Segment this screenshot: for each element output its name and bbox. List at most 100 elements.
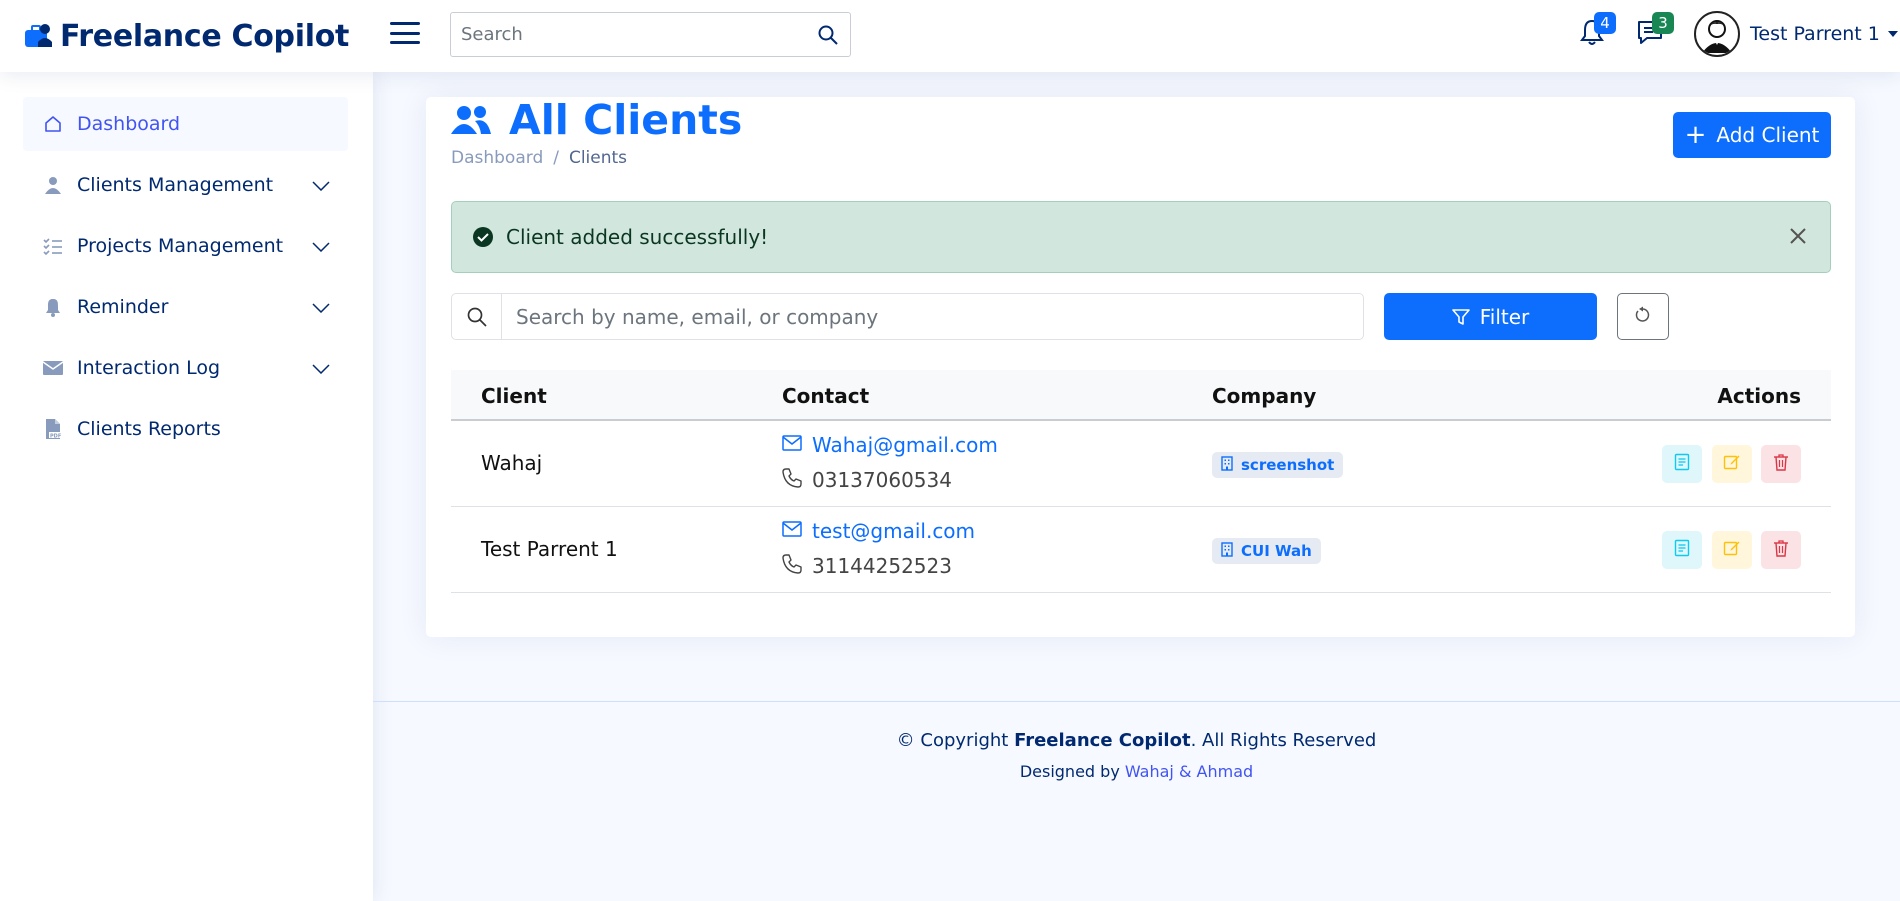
table-row: Test Parrent 1 test@gmail.com 3114425252…	[451, 507, 1831, 593]
trash-icon	[1773, 453, 1789, 475]
check-circle-icon	[472, 226, 494, 248]
sidebar-item-dashboard[interactable]: Dashboard	[23, 97, 348, 151]
company-badge: CUI Wah	[1212, 538, 1321, 564]
logo[interactable]: Freelance Copilot	[22, 19, 349, 54]
client-email: Wahaj@gmail.com	[812, 433, 998, 457]
designed-prefix: Designed by	[1019, 762, 1125, 781]
notifications-button[interactable]: 4	[1574, 12, 1616, 52]
phone-icon	[782, 468, 802, 492]
caret-down-icon	[1887, 31, 1898, 37]
add-client-button[interactable]: + Add Client	[1673, 112, 1831, 158]
sidebar-item-interaction-log[interactable]: Interaction Log	[23, 341, 348, 395]
document-icon	[1674, 453, 1690, 475]
breadcrumb: Dashboard / Clients	[451, 148, 627, 168]
delete-button[interactable]	[1761, 531, 1801, 569]
menu-toggle-icon[interactable]	[390, 20, 420, 46]
client-name: Wahaj	[481, 451, 543, 475]
envelope-icon	[782, 521, 802, 541]
filter-label: Filter	[1479, 304, 1530, 329]
list-check-icon	[41, 234, 65, 258]
notifications-count-badge: 4	[1594, 12, 1616, 34]
view-button[interactable]	[1662, 445, 1702, 483]
chevron-down-icon	[312, 176, 330, 195]
envelope-icon	[782, 435, 802, 455]
profile-name: Test Parrent 1	[1750, 23, 1880, 45]
client-search	[451, 293, 1364, 340]
profile-menu[interactable]: Test Parrent 1	[1694, 11, 1898, 57]
client-search-input[interactable]	[502, 304, 1363, 329]
copyright-prefix: © Copyright	[896, 730, 1015, 751]
client-phone-number: 03137060534	[812, 468, 952, 492]
delete-button[interactable]	[1761, 445, 1801, 483]
pencil-square-icon	[1723, 453, 1741, 475]
copyright-brand: Freelance Copilot	[1014, 730, 1191, 751]
building-icon	[1221, 455, 1233, 475]
sidebar-item-label: Clients Management	[77, 174, 274, 196]
house-icon	[41, 112, 65, 136]
sidebar-item-clients-management[interactable]: Clients Management	[23, 158, 348, 212]
sidebar-item-reminder[interactable]: Reminder	[23, 280, 348, 334]
sidebar: Dashboard Clients Management Projects Ma…	[0, 72, 373, 901]
designers-link[interactable]: Wahaj & Ahmad	[1125, 762, 1253, 781]
copyright-suffix: . All Rights Reserved	[1190, 730, 1377, 751]
header-search	[450, 12, 851, 57]
table-header: Client Contact Company Actions	[451, 370, 1831, 421]
app-name: Freelance Copilot	[60, 18, 350, 54]
breadcrumb-separator: /	[553, 148, 559, 168]
client-phone: 03137060534	[782, 468, 952, 492]
trash-icon	[1773, 539, 1789, 561]
building-icon	[1221, 541, 1233, 561]
sidebar-item-label: Dashboard	[77, 113, 181, 135]
table-row: Wahaj Wahaj@gmail.com 03137060534 screen…	[451, 421, 1831, 507]
client-email-link[interactable]: test@gmail.com	[782, 519, 975, 543]
funnel-icon	[1451, 308, 1470, 326]
edit-button[interactable]	[1712, 531, 1752, 569]
reset-filters-button[interactable]	[1617, 293, 1669, 340]
filter-button[interactable]: Filter	[1384, 293, 1597, 340]
success-alert: Client added successfully!	[451, 201, 1831, 273]
messages-button[interactable]: 3	[1632, 12, 1674, 52]
add-client-label: Add Client	[1716, 123, 1820, 147]
search-icon[interactable]	[806, 13, 850, 56]
client-phone: 31144252523	[782, 554, 952, 578]
client-phone-number: 31144252523	[812, 554, 952, 578]
sidebar-item-label: Clients Reports	[77, 418, 221, 440]
client-email-link[interactable]: Wahaj@gmail.com	[782, 433, 998, 457]
pencil-square-icon	[1723, 539, 1741, 561]
sidebar-item-clients-reports[interactable]: PDF Clients Reports	[23, 402, 348, 456]
copyright: © Copyright Freelance Copilot. All Right…	[373, 730, 1900, 751]
plus-icon: +	[1684, 120, 1707, 150]
sidebar-item-label: Interaction Log	[77, 357, 221, 379]
svg-text:PDF: PDF	[50, 434, 61, 440]
chevron-down-icon	[312, 359, 330, 378]
close-icon[interactable]	[1788, 226, 1808, 246]
bell-icon	[41, 295, 65, 319]
sidebar-item-label: Reminder	[77, 296, 169, 318]
sidebar-item-projects-management[interactable]: Projects Management	[23, 219, 348, 273]
column-header-company: Company	[1212, 384, 1317, 408]
header-search-input[interactable]	[451, 24, 806, 45]
chevron-down-icon	[312, 298, 330, 317]
pdf-file-icon: PDF	[41, 417, 65, 441]
column-header-contact: Contact	[782, 384, 870, 408]
breadcrumb-current: Clients	[568, 148, 628, 168]
edit-button[interactable]	[1712, 445, 1752, 483]
sidebar-item-label: Projects Management	[77, 235, 284, 257]
company-name: CUI Wah	[1241, 542, 1312, 560]
client-name: Test Parrent 1	[481, 537, 618, 561]
messages-count-badge: 3	[1652, 12, 1674, 34]
top-header: Freelance Copilot 4 3 Test Parre	[0, 0, 1900, 72]
page-title: All Clients	[451, 96, 742, 144]
people-icon	[451, 100, 491, 140]
company-badge: screenshot	[1212, 452, 1344, 478]
column-header-client: Client	[481, 384, 547, 408]
company-name: screenshot	[1241, 456, 1335, 474]
search-icon	[452, 294, 502, 339]
footer: © Copyright Freelance Copilot. All Right…	[373, 701, 1900, 901]
chevron-down-icon	[312, 237, 330, 256]
page-title-text: All Clients	[509, 96, 743, 144]
avatar	[1694, 11, 1740, 57]
breadcrumb-dashboard-link[interactable]: Dashboard	[451, 148, 543, 168]
view-button[interactable]	[1662, 531, 1702, 569]
phone-icon	[782, 554, 802, 578]
